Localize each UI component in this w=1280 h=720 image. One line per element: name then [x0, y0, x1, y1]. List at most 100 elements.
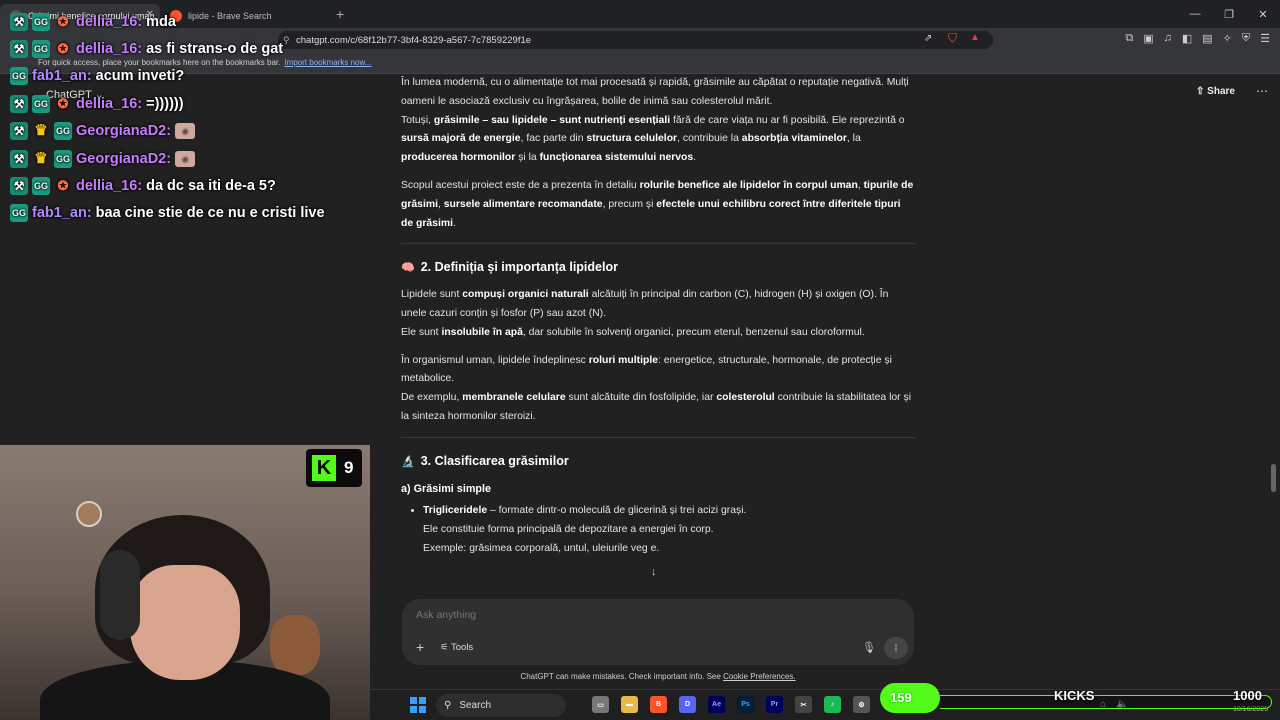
share-page-icon[interactable]: ⇗ — [924, 33, 932, 44]
chat-username[interactable]: GeorgianaD2 — [76, 151, 166, 167]
minimize-icon[interactable]: — — [1178, 0, 1212, 28]
tool-badge-icon: ⚒ — [10, 12, 28, 31]
disclaimer: ChatGPT can make mistakes. Check importa… — [520, 672, 796, 681]
tools-button[interactable]: ⚟ Tools — [440, 642, 473, 653]
settings-icon[interactable]: ⚙ — [853, 696, 870, 713]
chat-message: GG fab1_an: acum inveti? — [10, 67, 185, 86]
cookie-preferences-link[interactable]: Cookie Preferences. — [723, 672, 795, 681]
message-composer: + ⚟ Tools 🎙 ⦙ — [402, 599, 914, 665]
share-icon: ⇧ — [1196, 86, 1205, 97]
sliders-icon: ⚟ — [440, 642, 449, 653]
og-badge-icon: GG — [32, 40, 50, 59]
chat-username[interactable]: dellia_16 — [76, 14, 137, 30]
voice-mode-button[interactable]: ⦙ — [884, 637, 908, 659]
task-view-icon[interactable]: ▭ — [592, 696, 609, 713]
address-bar[interactable]: ⚲ chatgpt.com/c/68f12b77-3bf4-8329-a567-… — [278, 31, 993, 49]
chat-username[interactable]: fab1_an — [32, 68, 87, 84]
crown-badge-icon: ♛ — [34, 122, 48, 140]
maximize-icon[interactable]: ❐ — [1212, 0, 1246, 28]
section-heading: 🧠 2. Definiția și importanța lipidelor — [401, 260, 618, 275]
og-badge-icon: GG — [32, 94, 50, 113]
subsection-heading: a) Grăsimi simple — [401, 482, 492, 495]
og-badge-icon: GG — [32, 177, 50, 196]
chat-text: mda — [146, 13, 176, 30]
extension-icons: ⧉ ▣ ♫ ◧ ▤ ✧ ⛨ ☰ — [1125, 32, 1270, 45]
sub-badge-icon: ✪ — [57, 95, 69, 111]
chat-username[interactable]: dellia_16 — [76, 96, 137, 112]
add-attachment-icon[interactable]: + — [416, 639, 424, 655]
divider — [401, 436, 915, 438]
tool-badge-icon: ⚒ — [10, 122, 28, 141]
microphone-icon[interactable]: 🎙 — [862, 641, 876, 654]
assistant-response: În lumea modernă, cu o alimentație tot m… — [401, 74, 915, 602]
media-icon[interactable]: ♫ — [1164, 32, 1172, 45]
chat-message: ⚒ GG ✪ dellia_16: =)))))) — [10, 90, 370, 117]
spotify-icon[interactable]: ♪ — [824, 696, 841, 713]
chat-message: ⚒ GG ✪ dellia_16: as fi strans-o de gat — [10, 35, 370, 62]
brave-rewards-icon[interactable]: ▲ — [970, 32, 980, 43]
chat-message: ⚒ ♛ GG GeorgianaD2: ◕ — [10, 145, 370, 172]
streamer-face — [130, 565, 240, 680]
extensions-icon[interactable]: ⧉ — [1125, 32, 1133, 45]
sub-goal-bar — [940, 695, 1272, 709]
discord-icon[interactable]: D — [679, 696, 696, 713]
og-badge-icon: GG — [10, 67, 28, 86]
headphones — [100, 550, 140, 640]
screenshot-icon[interactable]: ▣ — [1143, 32, 1153, 45]
file-explorer-icon[interactable]: ▬ — [621, 696, 638, 713]
screen: Grăsimi benefice corpului uman... ✕ lipi… — [0, 0, 1280, 720]
tool-badge-icon: ⚒ — [10, 94, 28, 113]
chat-text: da dc sa iti de-a 5? — [146, 178, 276, 195]
sub-badge-icon: ✪ — [57, 13, 69, 29]
start-icon[interactable] — [410, 697, 426, 713]
chat-text: as fi strans-o de gat — [146, 41, 284, 58]
premiere-icon[interactable]: Pr — [766, 696, 783, 713]
page-scrollbar[interactable] — [1271, 464, 1276, 492]
more-options-icon[interactable]: ⋯ — [1256, 84, 1268, 98]
sub-badge-icon: ✪ — [57, 41, 69, 57]
sidebar-icon[interactable]: ◧ — [1182, 32, 1192, 45]
window-controls: — ❐ ✕ — [1178, 0, 1280, 28]
prompt-input[interactable] — [416, 609, 816, 621]
paragraph: Scopul acestui proiect este de a prezent… — [401, 179, 914, 229]
stream-chat: ⚒ GG ✪ dellia_16: mda ⚒ GG ✪ dellia_16: as fi s… — [10, 8, 370, 227]
bullet-list: Trigliceridele – formate dintr-o molecul… — [401, 502, 915, 558]
after-effects-icon[interactable]: Ae — [708, 696, 725, 713]
chat-text: baa cine stie de ce nu e cristi live — [95, 205, 325, 222]
viewer-count: 9 — [344, 458, 354, 477]
chat-message: ⚒ GG ✪ dellia_16: da dc sa iti de-a 5? — [10, 172, 370, 199]
share-button[interactable]: ⇧ Share — [1196, 86, 1235, 97]
wallet-icon[interactable]: ▤ — [1202, 32, 1212, 45]
chat-message: GG fab1_an: baa cine stie de ce nu e cris… — [10, 204, 325, 223]
viewer-count-widget: K 9 — [306, 449, 362, 487]
sub-badge-icon: ✪ — [57, 178, 69, 194]
chat-username[interactable]: dellia_16 — [76, 41, 137, 57]
microscope-icon: 🔬 — [401, 455, 415, 468]
goal-label: KICKS — [1054, 688, 1095, 703]
wall-lamp — [76, 501, 102, 527]
chat-username[interactable]: GeorgianaD2 — [76, 123, 166, 139]
og-badge-icon: GG — [32, 12, 50, 31]
chat-username[interactable]: dellia_16 — [76, 178, 137, 194]
vpn-icon[interactable]: ⛨ — [1242, 32, 1250, 45]
taskbar-search[interactable]: ⚲ Search — [436, 694, 566, 717]
chat-username[interactable]: fab1_an — [32, 205, 87, 221]
taskbar-apps: ▭ ▬ B D Ae Ps Pr ✂ ♪ ⚙ — [592, 696, 870, 713]
capcut-icon[interactable]: ✂ — [795, 696, 812, 713]
brave-shields-icon[interactable]: ⛉ — [948, 31, 957, 46]
menu-icon[interactable]: ☰ — [1260, 32, 1270, 45]
og-badge-icon: GG — [54, 149, 72, 168]
chat-message: ⚒ ♛ GG GeorgianaD2: ◕ — [10, 118, 370, 145]
chat-message: ⚒ GG ✪ dellia_16: mda — [10, 8, 370, 35]
tool-badge-icon: ⚒ — [10, 177, 28, 196]
tool-badge-icon: ⚒ — [10, 149, 28, 168]
leo-ai-icon[interactable]: ✧ — [1223, 32, 1232, 45]
scroll-down-icon[interactable]: ↓ — [651, 566, 657, 578]
photoshop-icon[interactable]: Ps — [737, 696, 754, 713]
teddy-bear — [270, 615, 320, 675]
brave-browser-icon[interactable]: B — [650, 696, 667, 713]
close-window-icon[interactable]: ✕ — [1246, 0, 1280, 28]
goal-target: 1000 — [1233, 688, 1262, 703]
chat-text: =)))))) — [146, 95, 184, 112]
chat-text: acum inveti? — [95, 68, 185, 85]
